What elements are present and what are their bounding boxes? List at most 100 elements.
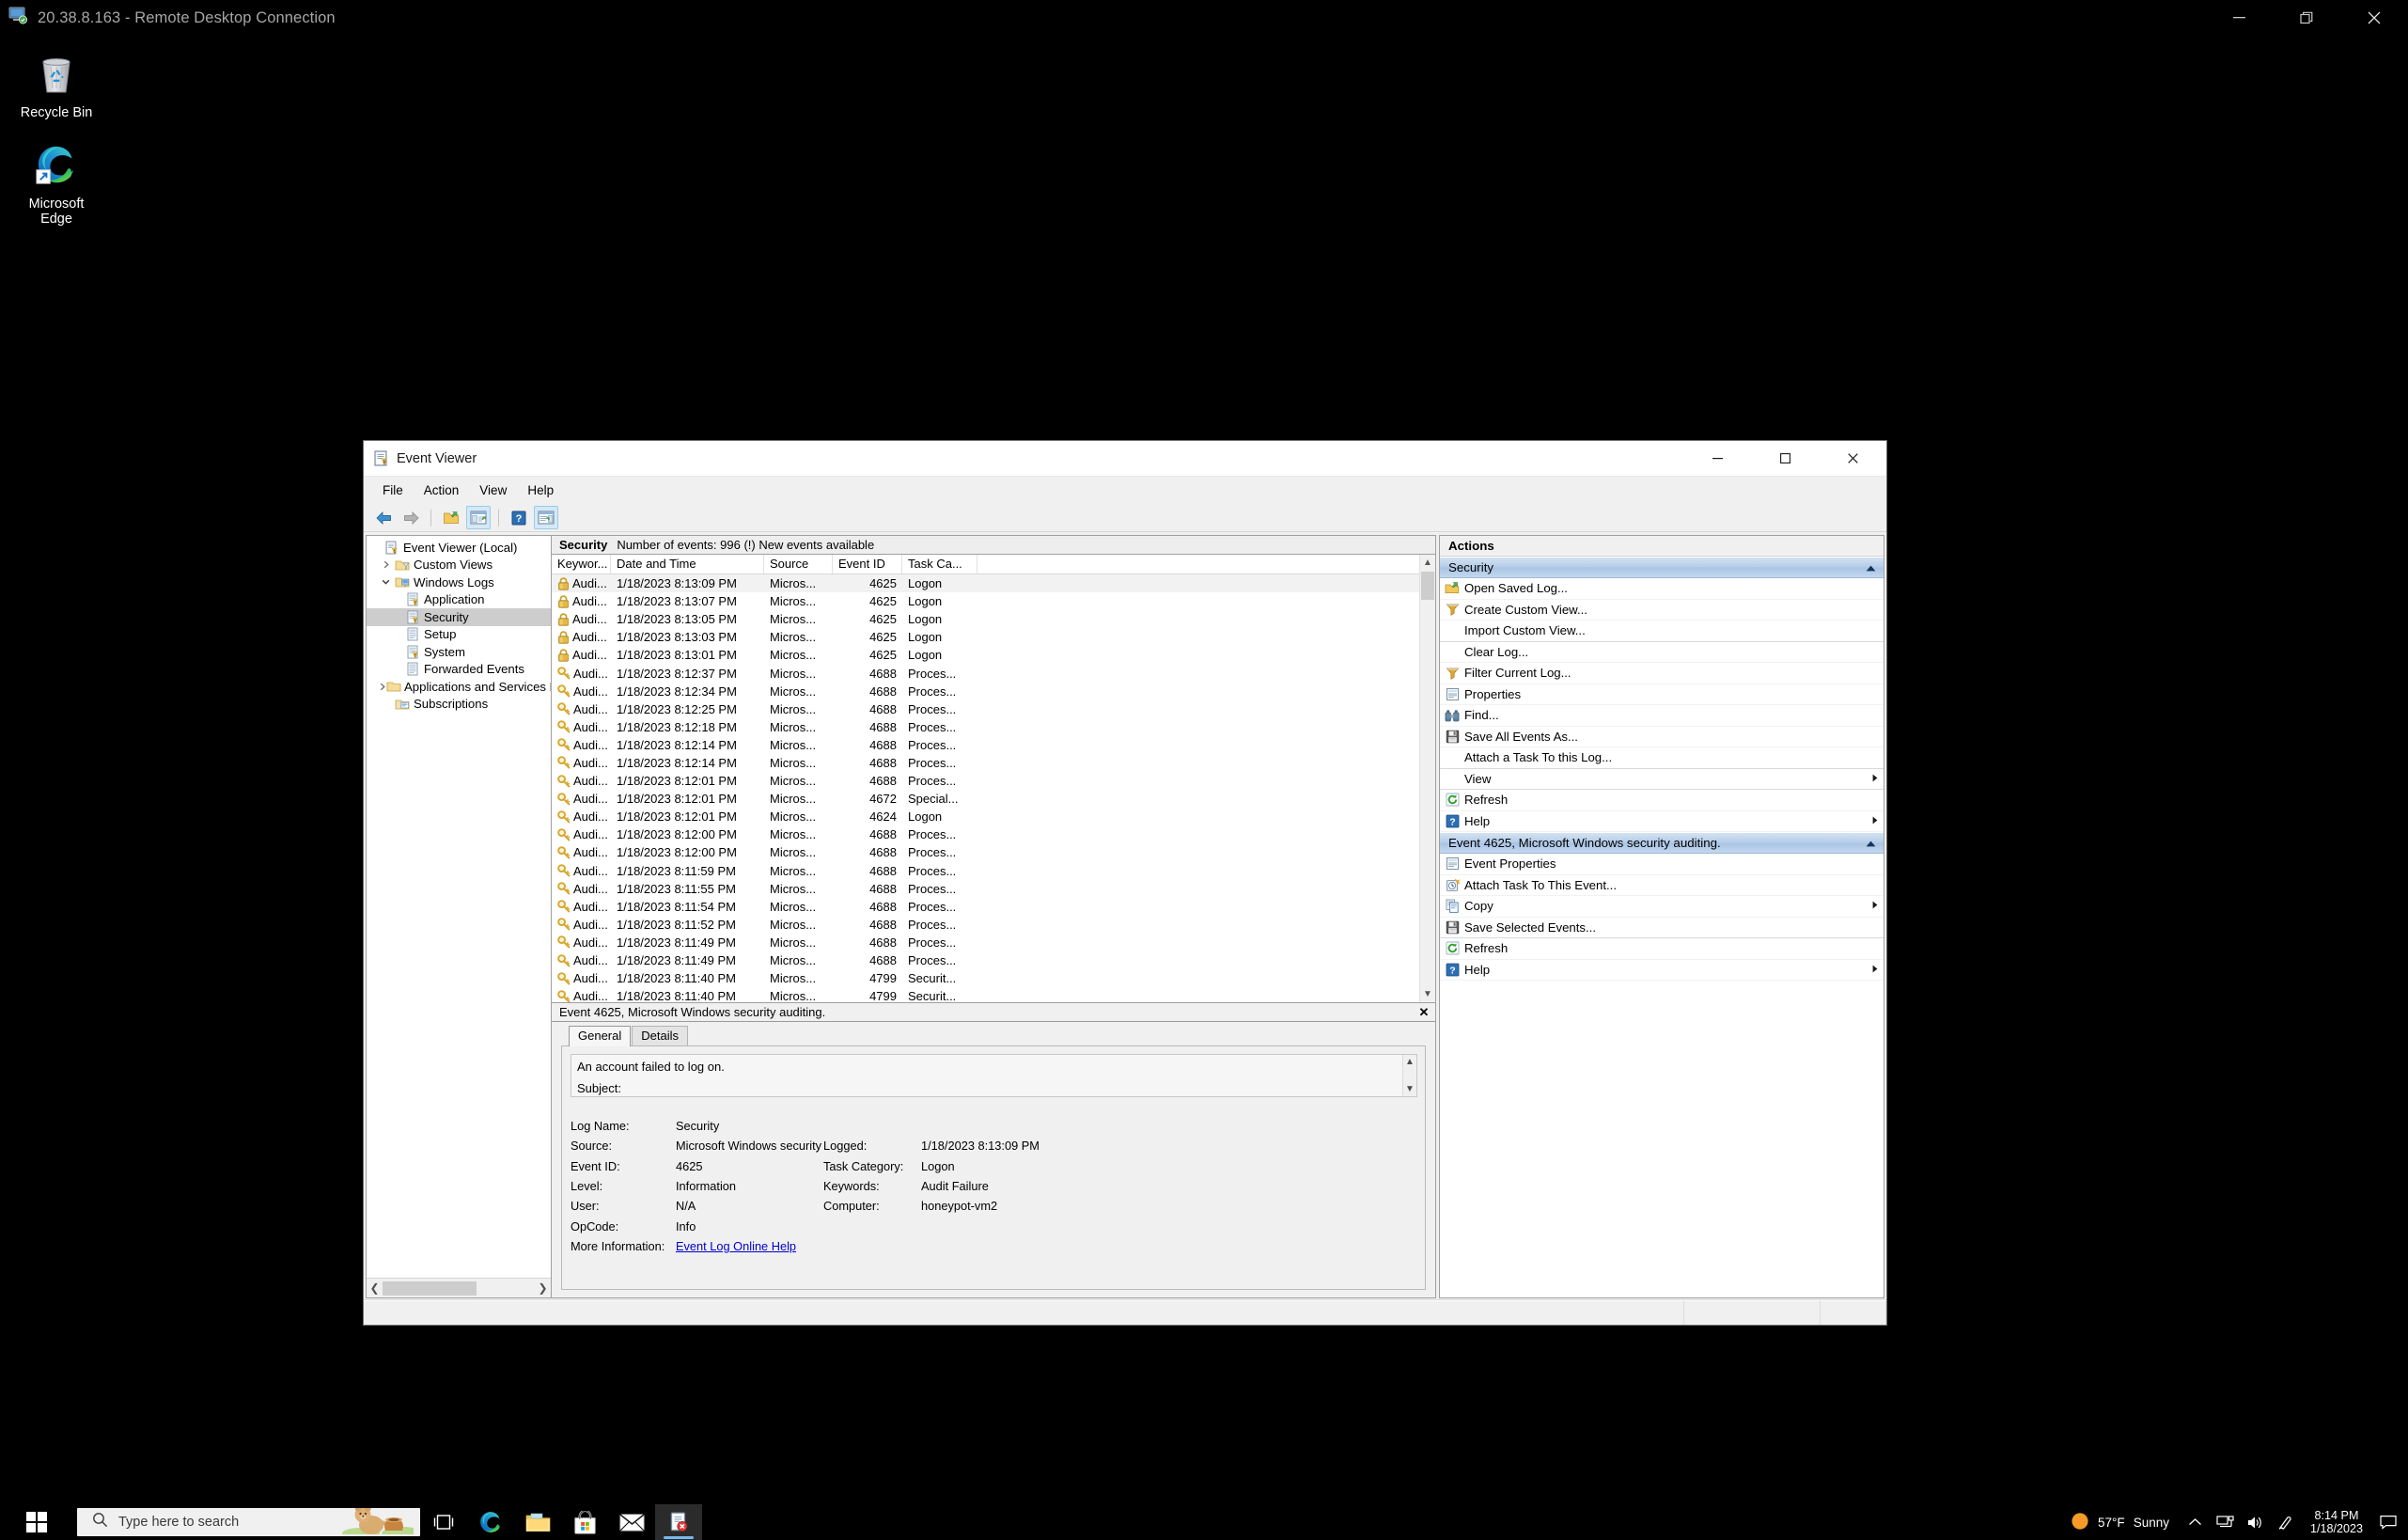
network-icon[interactable] bbox=[2211, 1504, 2241, 1540]
column-header-event-id[interactable]: Event ID bbox=[833, 555, 902, 574]
show-hide-action-pane-button[interactable] bbox=[534, 506, 558, 529]
chevron-right-icon[interactable] bbox=[379, 560, 393, 569]
action-item-refresh[interactable]: Refresh bbox=[1440, 790, 1884, 811]
desktop-icon-microsoft-edge[interactable]: Microsoft Edge bbox=[4, 136, 109, 227]
menu-view[interactable]: View bbox=[470, 480, 516, 500]
tree-item-subscriptions[interactable]: Subscriptions bbox=[367, 696, 551, 714]
action-item-save-all-events-as[interactable]: Save All Events As... bbox=[1440, 727, 1884, 747]
event-description-scrollbar[interactable]: ▲ ▼ bbox=[1402, 1055, 1416, 1096]
action-item-event-properties[interactable]: Event Properties bbox=[1440, 854, 1884, 875]
table-row[interactable]: Audi... 1/18/2023 8:12:00 PM Micros... 4688… bbox=[552, 843, 1419, 861]
action-item-copy[interactable]: Copy bbox=[1440, 896, 1884, 918]
table-row[interactable]: Audi... 1/18/2023 8:11:40 PM Micros... 4799… bbox=[552, 987, 1419, 1002]
action-item-view[interactable]: View bbox=[1440, 769, 1884, 790]
collapse-chevron-up-icon[interactable] bbox=[1866, 560, 1876, 574]
tree-item-applications-and-services-lo[interactable]: Applications and Services Lo bbox=[367, 678, 551, 696]
taskbar-event-viewer-button[interactable] bbox=[655, 1504, 702, 1540]
table-row[interactable]: Audi... 1/18/2023 8:12:01 PM Micros... 4672… bbox=[552, 790, 1419, 809]
table-row[interactable]: Audi... 1/18/2023 8:13:07 PM Micros... 4625… bbox=[552, 592, 1419, 610]
tree-item-system[interactable]: System bbox=[367, 643, 551, 661]
table-row[interactable]: Audi... 1/18/2023 8:11:40 PM Micros... 4799… bbox=[552, 969, 1419, 988]
action-item-import-custom-view[interactable]: Import Custom View... bbox=[1440, 621, 1884, 642]
tree-item-setup[interactable]: Setup bbox=[367, 626, 551, 644]
action-item-filter-current-log[interactable]: Filter Current Log... bbox=[1440, 663, 1884, 684]
table-row[interactable]: Audi... 1/18/2023 8:11:55 PM Micros... 4688… bbox=[552, 880, 1419, 898]
scroll-up-icon[interactable]: ▲ bbox=[1405, 1057, 1415, 1067]
scroll-down-icon[interactable]: ▼ bbox=[1420, 986, 1435, 1002]
taskbar-mail-button[interactable] bbox=[608, 1504, 655, 1540]
show-hide-console-tree-button[interactable] bbox=[466, 506, 491, 529]
table-row[interactable]: Audi... 1/18/2023 8:13:09 PM Micros... 4625… bbox=[552, 574, 1419, 593]
action-item-help[interactable]: ? Help bbox=[1440, 960, 1884, 981]
scroll-down-icon[interactable]: ▼ bbox=[1405, 1084, 1415, 1094]
event-list-rows[interactable]: Audi... 1/18/2023 8:13:09 PM Micros... 4625… bbox=[552, 574, 1419, 1002]
notifications-button[interactable] bbox=[2372, 1504, 2404, 1540]
close-icon[interactable]: ✕ bbox=[1416, 1005, 1431, 1020]
tree-item-event-viewer-local[interactable]: Event Viewer (Local) bbox=[367, 539, 551, 557]
table-row[interactable]: Audi... 1/18/2023 8:12:25 PM Micros... 4688… bbox=[552, 700, 1419, 718]
tree-item-custom-views[interactable]: Custom Views bbox=[367, 557, 551, 574]
actions-section-header[interactable]: Security bbox=[1440, 557, 1884, 578]
desktop-icon-recycle-bin[interactable]: Recycle Bin bbox=[4, 45, 109, 120]
table-row[interactable]: Audi... 1/18/2023 8:12:34 PM Micros... 4688… bbox=[552, 682, 1419, 700]
table-row[interactable]: Audi... 1/18/2023 8:11:49 PM Micros... 4688… bbox=[552, 933, 1419, 951]
table-row[interactable]: Audi... 1/18/2023 8:11:54 PM Micros... 4688… bbox=[552, 897, 1419, 916]
scroll-right-icon[interactable]: ❯ bbox=[535, 1280, 551, 1297]
table-row[interactable]: Audi... 1/18/2023 8:12:14 PM Micros... 4688… bbox=[552, 736, 1419, 754]
chevron-right-icon[interactable] bbox=[379, 683, 386, 691]
chevron-down-icon[interactable] bbox=[379, 578, 393, 586]
table-row[interactable]: Audi... 1/18/2023 8:13:05 PM Micros... 4625… bbox=[552, 610, 1419, 629]
column-header-keywor[interactable]: Keywor... bbox=[552, 555, 611, 574]
action-item-properties[interactable]: Properties bbox=[1440, 684, 1884, 705]
menu-help[interactable]: Help bbox=[518, 480, 563, 500]
event-list-scroll-thumb[interactable] bbox=[1421, 572, 1434, 600]
table-row[interactable]: Audi... 1/18/2023 8:11:52 PM Micros... 4688… bbox=[552, 916, 1419, 934]
submenu-chevron-right-icon[interactable] bbox=[1867, 965, 1884, 975]
weather-widget[interactable]: 57°F Sunny bbox=[2059, 1512, 2181, 1533]
table-row[interactable]: Audi... 1/18/2023 8:12:14 PM Micros... 4688… bbox=[552, 753, 1419, 773]
tree-item-security[interactable]: Security bbox=[367, 608, 551, 626]
event-viewer-minimize-button[interactable] bbox=[1683, 441, 1751, 476]
tree-hscroll-thumb[interactable] bbox=[383, 1281, 477, 1296]
event-list-vertical-scrollbar[interactable]: ▲ ▼ bbox=[1419, 555, 1435, 1002]
table-row[interactable]: Audi... 1/18/2023 8:11:59 PM Micros... 4688… bbox=[552, 861, 1419, 880]
table-row[interactable]: Audi... 1/18/2023 8:13:01 PM Micros... 4625… bbox=[552, 646, 1419, 665]
event-log-online-help-link[interactable]: Event Log Online Help bbox=[676, 1239, 823, 1253]
open-folder-button[interactable] bbox=[439, 506, 463, 529]
search-box[interactable]: Type here to search bbox=[77, 1508, 420, 1536]
forward-button[interactable] bbox=[399, 506, 423, 529]
table-row[interactable]: Audi... 1/18/2023 8:12:00 PM Micros... 4688… bbox=[552, 825, 1419, 844]
tree-horizontal-scrollbar[interactable]: ❮ ❯ bbox=[367, 1278, 551, 1297]
windows-ink-pen-icon[interactable] bbox=[2271, 1504, 2301, 1540]
rdp-restore-button[interactable] bbox=[2273, 0, 2340, 36]
start-button[interactable] bbox=[0, 1504, 73, 1540]
collapse-chevron-up-icon[interactable] bbox=[1866, 836, 1876, 850]
action-item-attach-task-to-this-event[interactable]: Attach Task To This Event... bbox=[1440, 875, 1884, 896]
tree-item-forwarded-events[interactable]: Forwarded Events bbox=[367, 661, 551, 679]
scroll-up-icon[interactable]: ▲ bbox=[1420, 555, 1435, 571]
action-item-open-saved-log[interactable]: Open Saved Log... bbox=[1440, 578, 1884, 600]
rdp-minimize-button[interactable] bbox=[2205, 0, 2273, 36]
action-item-clear-log[interactable]: Clear Log... bbox=[1440, 642, 1884, 663]
submenu-chevron-right-icon[interactable] bbox=[1867, 901, 1884, 911]
table-row[interactable]: Audi... 1/18/2023 8:12:18 PM Micros... 4688… bbox=[552, 717, 1419, 736]
table-row[interactable]: Audi... 1/18/2023 8:12:01 PM Micros... 4688… bbox=[552, 772, 1419, 790]
rdp-close-button[interactable] bbox=[2340, 0, 2408, 36]
table-row[interactable]: Audi... 1/18/2023 8:12:01 PM Micros... 4624… bbox=[552, 808, 1419, 825]
taskbar-microsoft-store-button[interactable] bbox=[561, 1504, 608, 1540]
action-item-create-custom-view[interactable]: Create Custom View... bbox=[1440, 600, 1884, 621]
table-row[interactable]: Audi... 1/18/2023 8:13:03 PM Micros... 4625… bbox=[552, 628, 1419, 646]
clock[interactable]: 8:14 PM 1/18/2023 bbox=[2301, 1509, 2372, 1536]
action-item-save-selected-events[interactable]: Save Selected Events... bbox=[1440, 918, 1884, 938]
search-input[interactable]: Type here to search bbox=[118, 1515, 239, 1530]
tab-general[interactable]: General bbox=[569, 1026, 632, 1046]
event-viewer-close-button[interactable] bbox=[1819, 441, 1886, 476]
menu-file[interactable]: File bbox=[373, 480, 413, 500]
action-item-refresh[interactable]: Refresh bbox=[1440, 938, 1884, 960]
column-header-task-ca[interactable]: Task Ca... bbox=[902, 555, 977, 574]
tab-details[interactable]: Details bbox=[632, 1026, 688, 1045]
tree-hscroll-track[interactable] bbox=[383, 1279, 535, 1297]
column-header-date-and-time[interactable]: Date and Time bbox=[611, 555, 764, 574]
task-view-button[interactable] bbox=[420, 1504, 467, 1540]
action-item-find[interactable]: Find... bbox=[1440, 705, 1884, 727]
